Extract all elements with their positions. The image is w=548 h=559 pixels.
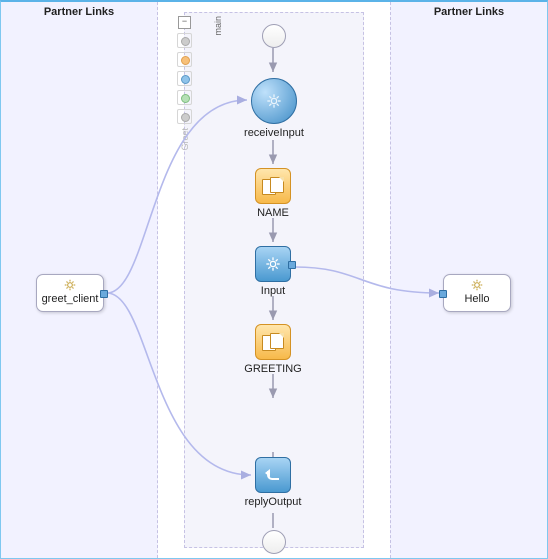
palette-item[interactable]: [177, 71, 192, 86]
palette-item[interactable]: [177, 33, 192, 48]
assign-name-node[interactable]: NAME: [255, 168, 291, 204]
right-panel-title: Partner Links: [391, 6, 547, 18]
invoke-out-port[interactable]: [288, 261, 296, 269]
partner-right-port[interactable]: [439, 290, 447, 298]
reply-icon: [255, 457, 291, 493]
start-node[interactable]: [262, 24, 286, 48]
gear-icon: [265, 256, 281, 272]
receive-icon: [251, 78, 297, 124]
partner-hello[interactable]: Hello: [443, 274, 511, 312]
outline-palette: − Greet main: [191, 16, 209, 151]
palette-item[interactable]: [177, 52, 192, 67]
assign-greeting-node[interactable]: GREETING: [255, 324, 291, 360]
palette-item[interactable]: [177, 90, 192, 105]
reply-output-label: replyOutput: [245, 496, 302, 508]
end-node[interactable]: [262, 530, 286, 554]
documents-icon: [262, 177, 284, 195]
partner-right-label: Hello: [444, 293, 510, 305]
receive-input-node[interactable]: receiveInput: [251, 78, 297, 124]
assign-icon: [255, 324, 291, 360]
assign-name-label: NAME: [257, 207, 289, 219]
left-panel-title: Partner Links: [1, 6, 157, 18]
partner-left-port[interactable]: [100, 290, 108, 298]
assign-greeting-label: GREETING: [244, 363, 301, 375]
gear-icon: [470, 278, 484, 292]
partner-left-label: greet_client: [37, 293, 103, 305]
reply-arrow-icon: [265, 467, 281, 483]
assign-icon: [255, 168, 291, 204]
gear-icon: [63, 278, 77, 292]
palette-item[interactable]: [177, 109, 192, 124]
bpel-canvas: Partner Links Partner Links − Greet main: [0, 0, 548, 559]
start-circle-icon: [262, 24, 286, 48]
receive-label: receiveInput: [244, 127, 304, 139]
gear-icon: [266, 93, 282, 109]
partner-greet-client[interactable]: greet_client: [36, 274, 104, 312]
invoke-icon: [255, 246, 291, 282]
reply-output-node[interactable]: replyOutput: [255, 457, 291, 493]
palette-main-label: main: [213, 16, 223, 36]
invoke-input-node[interactable]: Input: [255, 246, 291, 282]
invoke-input-label: Input: [261, 285, 285, 297]
palette-greet-label: Greet: [180, 128, 190, 151]
documents-icon: [262, 333, 284, 351]
end-circle-icon: [262, 530, 286, 554]
collapse-toggle[interactable]: −: [178, 16, 191, 29]
